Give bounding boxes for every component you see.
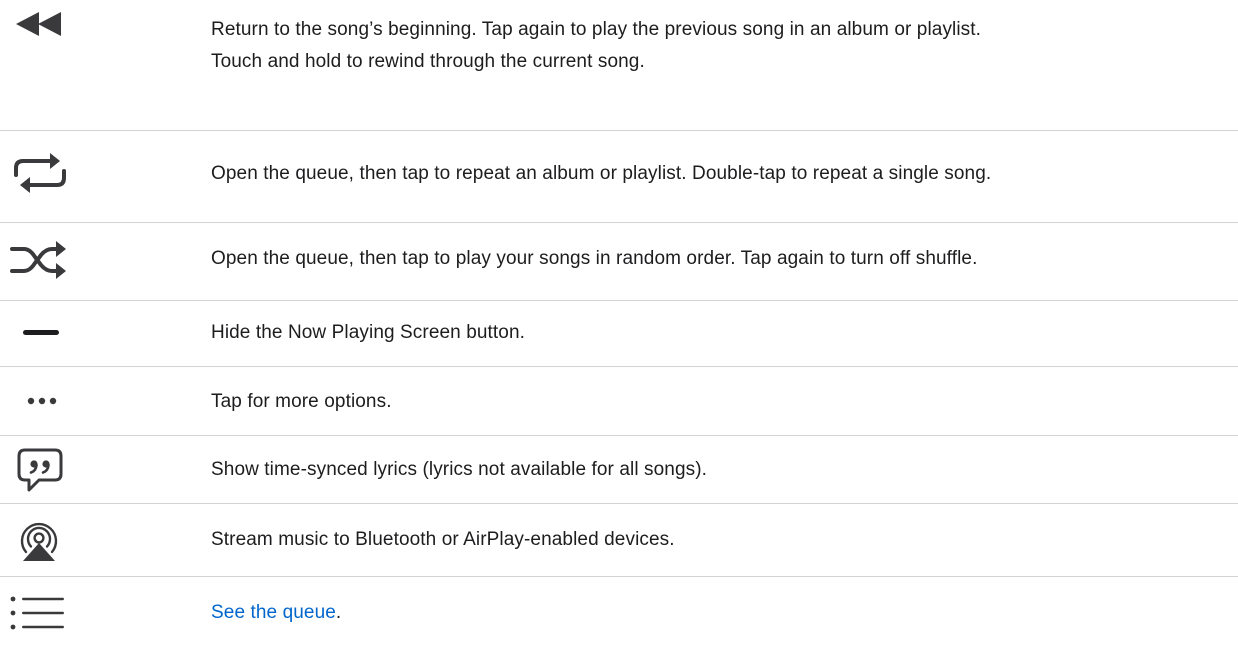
table-row: See the queue.: [0, 577, 1238, 650]
row-description: Hide the Now Playing Screen button.: [211, 322, 526, 343]
table-row: Return to the song’s beginning. Tap agai…: [0, 0, 1238, 130]
shuffle-icon: [0, 223, 150, 301]
description-line: Touch and hold to rewind through the cur…: [211, 51, 645, 72]
ellipsis-icon: [0, 367, 150, 436]
table-row: Open the queue, then tap to repeat an al…: [0, 130, 1238, 223]
trailing-period: .: [335, 602, 342, 623]
row-description: Stream music to Bluetooth or AirPlay-ena…: [211, 529, 675, 550]
repeat-icon: [0, 131, 150, 224]
row-description: Tap for more options.: [211, 391, 392, 412]
minus-icon: [0, 301, 150, 367]
row-description: Open the queue, then tap to play your so…: [211, 248, 978, 269]
see-the-queue-link[interactable]: See the queue: [211, 602, 336, 623]
controls-table: Return to the song’s beginning. Tap agai…: [0, 0, 1238, 650]
table-row: Show time-synced lyrics (lyrics not avai…: [0, 436, 1238, 504]
row-description: Open the queue, then tap to repeat an al…: [211, 163, 992, 184]
table-row: Stream music to Bluetooth or AirPlay-ena…: [0, 504, 1238, 577]
row-description: See the queue.: [211, 597, 1238, 629]
table-row: Hide the Now Playing Screen button.: [0, 301, 1238, 367]
lyrics-quote-bubble-icon: [0, 436, 150, 504]
rewind-icon: [0, 0, 150, 130]
row-description: Return to the song’s beginning. Tap agai…: [211, 14, 1238, 78]
row-description: Show time-synced lyrics (lyrics not avai…: [211, 459, 708, 480]
airplay-icon: [0, 504, 150, 577]
table-row: Open the queue, then tap to play your so…: [0, 223, 1238, 301]
table-row: Tap for more options.: [0, 367, 1238, 436]
description-line: Return to the song’s beginning. Tap agai…: [211, 19, 982, 40]
queue-list-icon: [0, 577, 150, 650]
